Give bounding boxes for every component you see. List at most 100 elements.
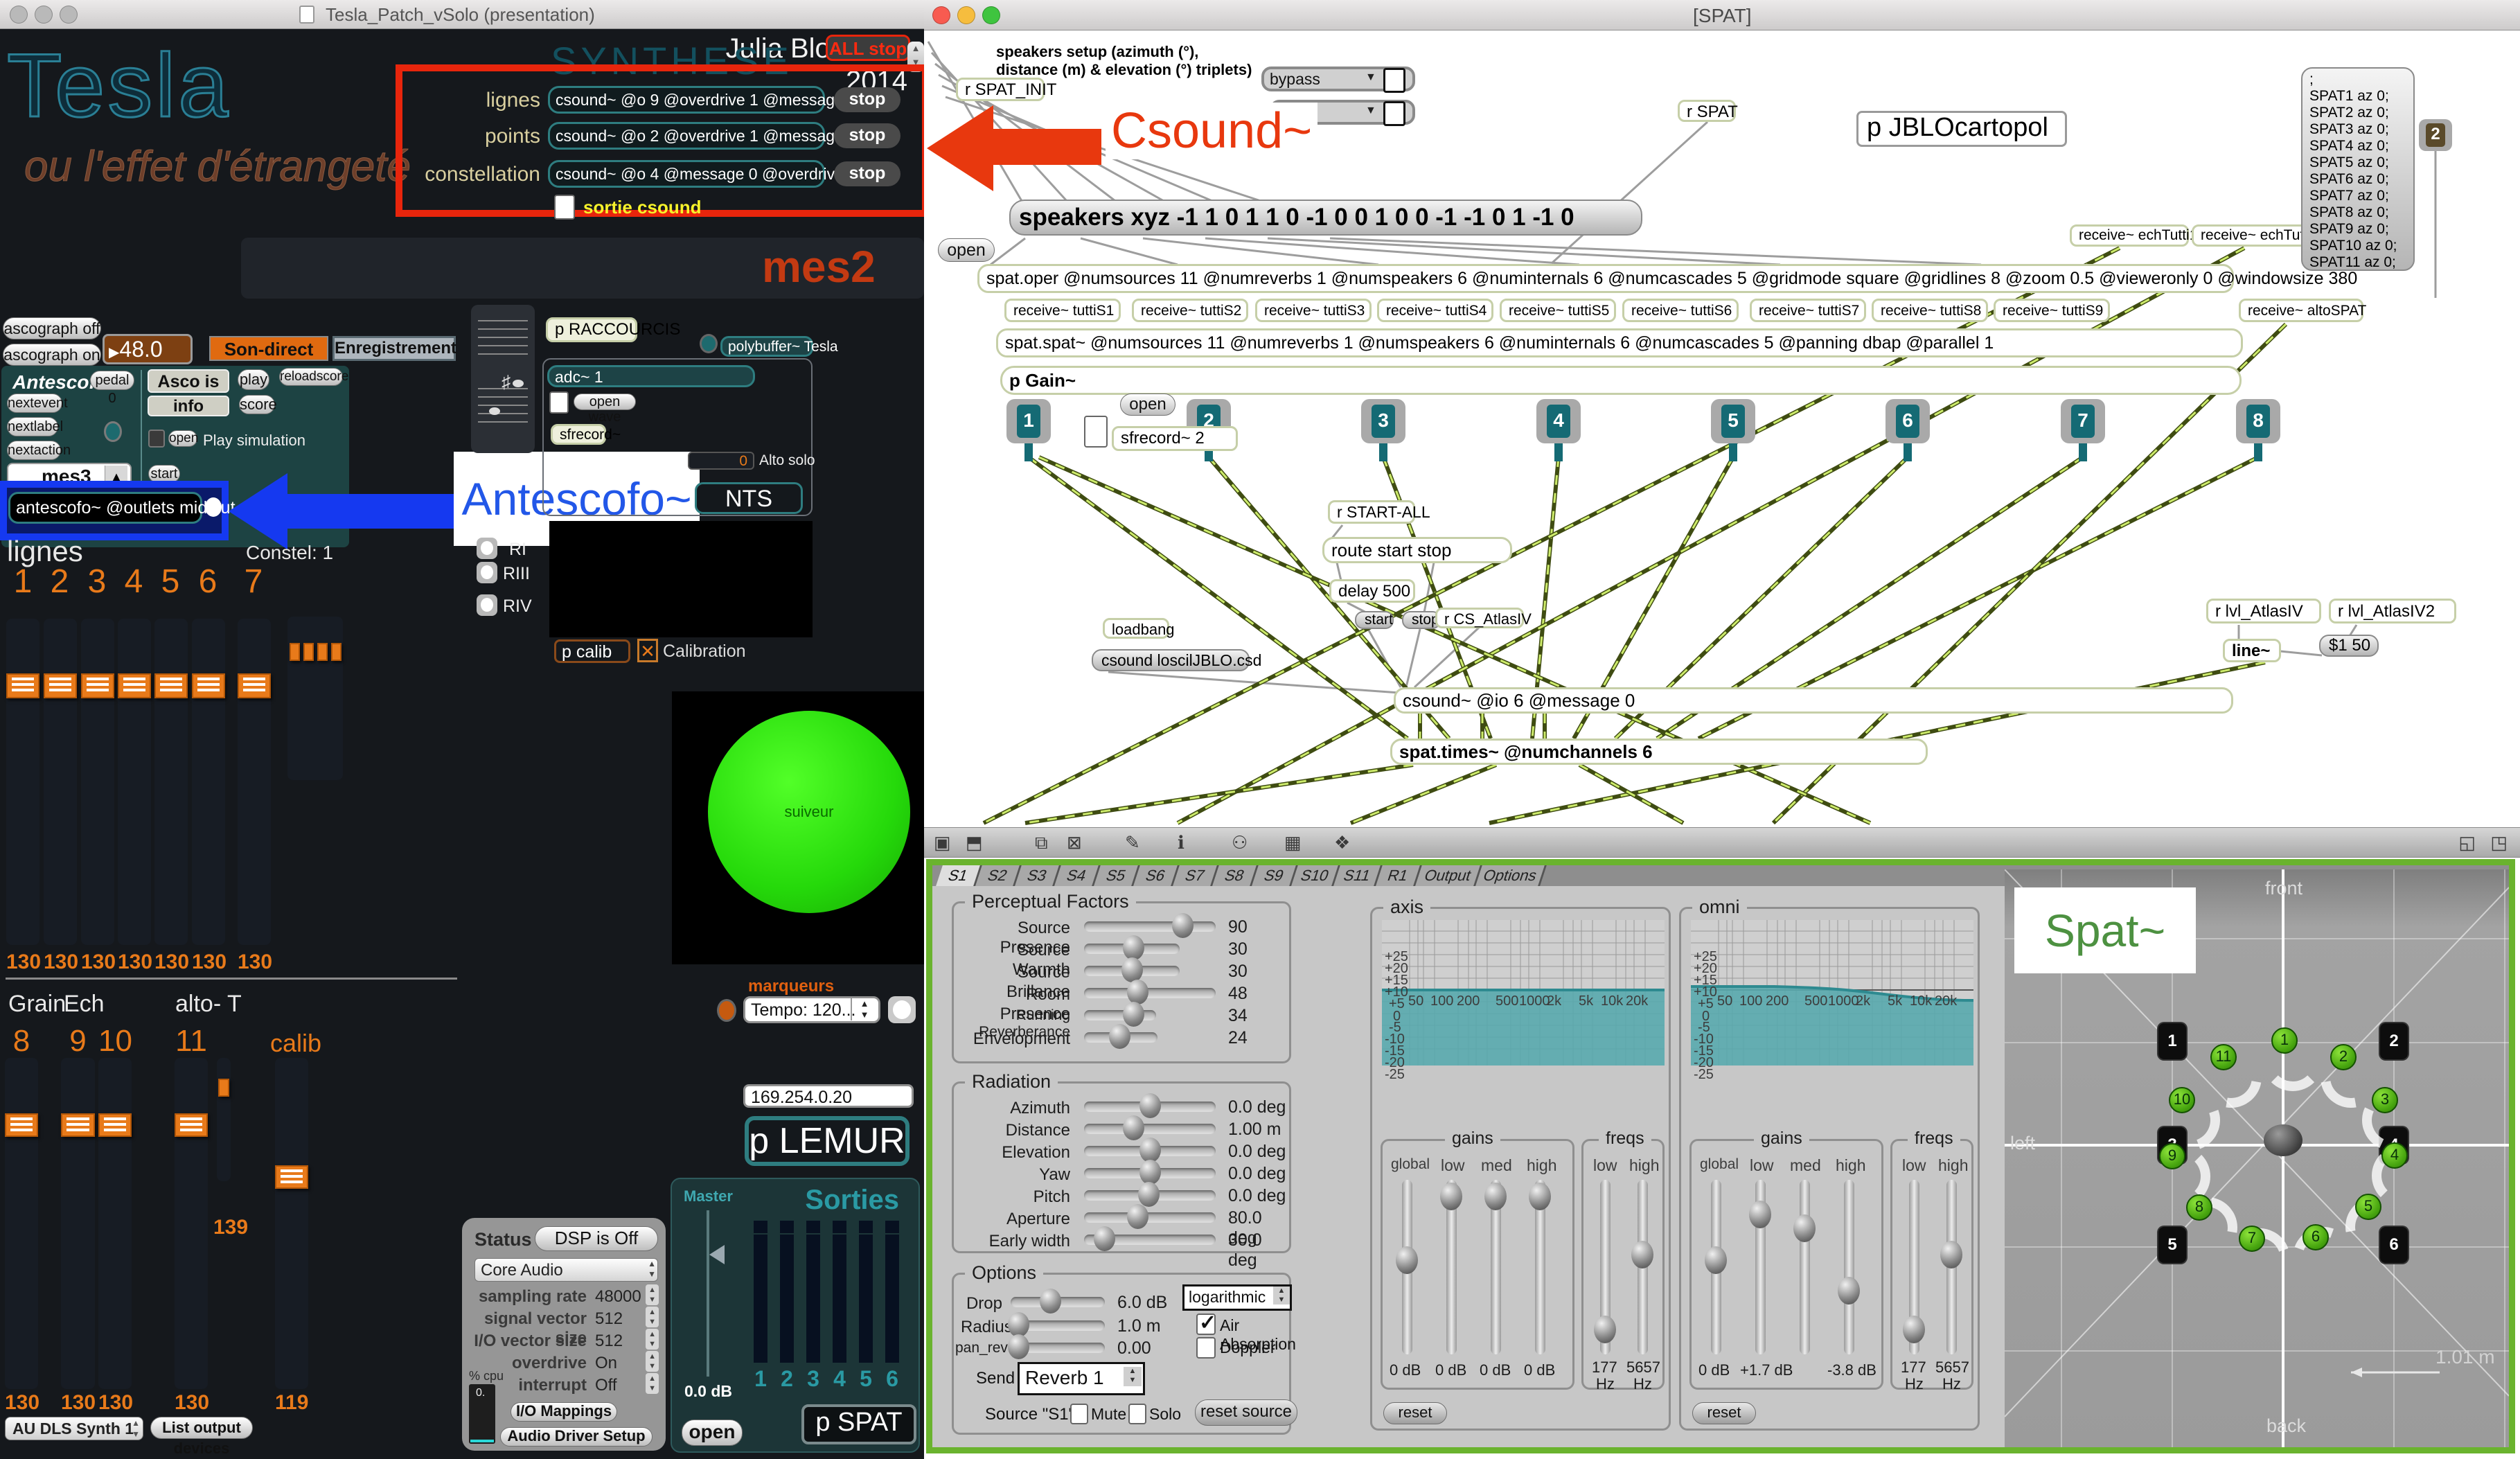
receive-box[interactable]: receive~ tuttiS7 bbox=[1750, 299, 1866, 322]
rad-slider[interactable] bbox=[1084, 1226, 1216, 1251]
omni-reset-button[interactable]: reset bbox=[1692, 1402, 1756, 1424]
stop-button-lignes[interactable]: stop bbox=[834, 87, 900, 112]
riii-toggle[interactable] bbox=[477, 562, 497, 583]
rad-slider[interactable] bbox=[1084, 1160, 1216, 1185]
source-dot[interactable]: 2 bbox=[2330, 1044, 2357, 1070]
csound-box-lignes[interactable]: csound~ @o 9 @overdrive 1 @message 0 bbox=[548, 86, 857, 114]
open-record-button[interactable]: open bbox=[1120, 394, 1175, 416]
r-start-all-box[interactable]: r START-ALL bbox=[1328, 500, 1430, 524]
gain-meter[interactable]: 7 bbox=[2061, 399, 2105, 461]
ligne-slider[interactable] bbox=[118, 619, 151, 945]
slider-handle[interactable] bbox=[218, 1079, 229, 1097]
pf-slider[interactable] bbox=[1084, 1002, 1156, 1027]
lock-icon[interactable]: ▣ bbox=[934, 832, 951, 854]
receive-box[interactable]: receive~ tuttiS1 bbox=[1004, 299, 1121, 322]
scale-dropdown[interactable]: logarithmic ▲ ▼ bbox=[1182, 1284, 1292, 1311]
events-box[interactable]: NTS bbox=[695, 482, 803, 514]
freq-fader[interactable] bbox=[1940, 1180, 1962, 1354]
polybuffer-box[interactable]: polybuffer~ Tesla bbox=[720, 336, 838, 357]
window-full-icon[interactable]: ◳ bbox=[2490, 832, 2508, 854]
delete-icon[interactable]: ⊠ bbox=[1067, 832, 1082, 854]
p-calib-box[interactable]: p calib bbox=[554, 639, 630, 663]
receive-box[interactable]: receive~ tuttiS5 bbox=[1500, 299, 1616, 322]
sfrecord-box[interactable]: sfrecord~ bbox=[551, 424, 621, 445]
tab-s5[interactable]: S5 bbox=[1094, 865, 1140, 886]
info-icon[interactable]: ℹ bbox=[1178, 832, 1184, 854]
p-jblocartopol-box[interactable]: p JBLOcartopol bbox=[1856, 111, 2067, 147]
tab-s7[interactable]: S7 bbox=[1173, 865, 1219, 886]
stepper-icon[interactable]: ▲ ▼ bbox=[646, 1307, 659, 1327]
r-lvl-atlasiv2-box[interactable]: r lvl_AtlasIV2 bbox=[2329, 599, 2456, 624]
spat-spat-box[interactable]: spat.spat~ @numsources 11 @numreverbs 1 … bbox=[996, 328, 2243, 357]
slider-handle[interactable] bbox=[238, 673, 271, 698]
ligne-slider[interactable] bbox=[81, 619, 114, 945]
rad-slider[interactable] bbox=[1084, 1138, 1216, 1162]
speaker-icon[interactable]: 1 bbox=[2158, 1023, 2186, 1059]
tab-s4[interactable]: S4 bbox=[1054, 865, 1101, 886]
all-stop-button[interactable]: ALL stop bbox=[826, 35, 910, 61]
pedal-button[interactable]: pedal 0 bbox=[90, 371, 134, 406]
ligne-slider[interactable] bbox=[238, 619, 271, 945]
open-button[interactable]: open bbox=[682, 1420, 743, 1446]
gain-fader[interactable] bbox=[1838, 1180, 1860, 1354]
ligne-slider[interactable] bbox=[6, 619, 39, 945]
freq-fader[interactable] bbox=[1631, 1180, 1653, 1354]
sfrecord2-box[interactable]: sfrecord~ 2 bbox=[1112, 426, 1238, 451]
mode-checkbox[interactable] bbox=[1383, 101, 1405, 126]
r-spat-box[interactable]: r SPAT bbox=[1678, 100, 1738, 122]
reloadscore-button[interactable]: reloadscore bbox=[279, 368, 348, 386]
tesla-titlebar[interactable]: Tesla_Patch_vSolo (presentation) bbox=[0, 0, 924, 29]
csound-io-box[interactable]: csound~ @io 6 @message 0 bbox=[1394, 687, 2233, 714]
omni-eq-graph[interactable] bbox=[1691, 920, 1973, 1065]
mini-multislider[interactable] bbox=[287, 617, 343, 780]
ri-toggle[interactable] bbox=[477, 538, 497, 559]
spat-az-list-message[interactable]: ; SPAT1 az 0; SPAT2 az 0; SPAT3 az 0; SP… bbox=[2301, 67, 2415, 271]
solo-checkbox[interactable] bbox=[1128, 1404, 1146, 1424]
status-row-value[interactable]: 512 bbox=[595, 1309, 623, 1329]
source-dot[interactable]: 11 bbox=[2210, 1044, 2237, 1070]
play-simulation-checkbox[interactable] bbox=[148, 430, 165, 448]
tab-s9[interactable]: S9 bbox=[1252, 865, 1298, 886]
receive-echtutti2-box[interactable]: receive~ echTutti2 bbox=[2192, 224, 2319, 247]
radius-slider[interactable] bbox=[1008, 1312, 1105, 1337]
listener-head[interactable] bbox=[2264, 1124, 2302, 1156]
new-object-icon[interactable]: ⬒ bbox=[966, 832, 983, 854]
spat-titlebar[interactable]: [SPAT] bbox=[924, 0, 2520, 30]
zoom-icon[interactable] bbox=[982, 6, 1000, 24]
air-absorption-checkbox[interactable]: ✓ bbox=[1196, 1311, 1216, 1335]
rad-slider[interactable] bbox=[1084, 1115, 1216, 1140]
calib-slider[interactable] bbox=[275, 1058, 308, 1389]
p-spat-box[interactable]: p SPAT bbox=[801, 1404, 916, 1444]
mute-checkbox[interactable] bbox=[1070, 1404, 1088, 1424]
p-lemur-box[interactable]: p LEMUR bbox=[745, 1116, 909, 1166]
tab-s11[interactable]: S11 bbox=[1333, 865, 1383, 886]
info-button[interactable]: info bbox=[148, 396, 229, 416]
p-gain-box[interactable]: p Gain~ bbox=[1000, 366, 2242, 395]
receive-box[interactable]: receive~ tuttiS9 bbox=[1994, 299, 2110, 322]
r-cs-atlasiv-box[interactable]: r CS_AtlasIV bbox=[1435, 608, 1532, 628]
delay-box[interactable]: delay 500 bbox=[1329, 579, 1415, 603]
open-button[interactable]: open bbox=[938, 238, 995, 262]
pencil-icon[interactable]: ✎ bbox=[1125, 832, 1140, 854]
close-icon[interactable] bbox=[932, 6, 950, 24]
r-lvl-atlasiv-box[interactable]: r lvl_AtlasIV bbox=[2206, 599, 2321, 624]
zoom-icon[interactable] bbox=[60, 6, 78, 24]
start-message[interactable]: start bbox=[1355, 611, 1394, 629]
minimize-icon[interactable] bbox=[35, 6, 53, 24]
ascograph-on-button[interactable]: ascograph on bbox=[3, 344, 101, 366]
speaker-map[interactable]: front back left 1.01 m Spat~ 1 2 3 4 5 6 bbox=[2005, 869, 2509, 1447]
au-dls-dropdown[interactable]: AU DLS Synth 1 ▲ ▼ bbox=[5, 1417, 143, 1440]
tab-r1[interactable]: R1 bbox=[1376, 865, 1422, 886]
mini-slider-handle[interactable] bbox=[331, 643, 341, 661]
slider-handle[interactable] bbox=[44, 673, 77, 698]
r-spat-init-box[interactable]: r SPAT_INIT bbox=[956, 78, 1056, 101]
narrow-slider[interactable] bbox=[217, 1058, 231, 1181]
receive-box[interactable]: receive~ tuttiS3 bbox=[1255, 299, 1372, 322]
status-row-value[interactable]: 48000 bbox=[595, 1287, 641, 1307]
list-output-devices-button[interactable]: List output devices bbox=[150, 1417, 253, 1457]
slider-handle[interactable] bbox=[192, 673, 225, 698]
number-box-2[interactable]: 2 bbox=[2419, 119, 2452, 151]
slider-handle[interactable] bbox=[154, 673, 188, 698]
rad-slider[interactable] bbox=[1084, 1204, 1216, 1229]
pf-slider[interactable] bbox=[1084, 980, 1216, 1005]
